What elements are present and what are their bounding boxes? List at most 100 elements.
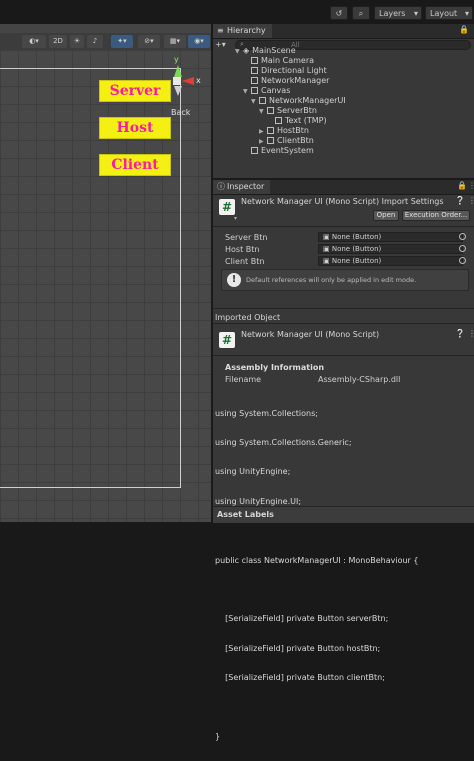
scene-toolbar: ◐▾ 2D ☀ ♪ ✦▾ ⊘▾ ▦▾ ◉▾ — [0, 33, 211, 51]
kebab-menu-icon[interactable]: ⋮ — [468, 329, 474, 338]
x-axis-cone[interactable] — [182, 77, 194, 85]
y-axis-cone[interactable] — [174, 65, 182, 77]
add-object-button[interactable]: +▾ — [215, 40, 231, 50]
field-value: None (Button) — [331, 233, 382, 241]
field-label: Client Btn — [225, 257, 265, 266]
kebab-menu-icon[interactable]: ⋮ — [468, 181, 474, 190]
help-icon[interactable]: ❔ — [455, 329, 465, 338]
object-picker-icon[interactable] — [459, 245, 466, 252]
client-button-preview[interactable]: Client — [99, 154, 171, 176]
scene-camera-icon[interactable]: ◉▾ — [188, 35, 210, 48]
inspector-title: Network Manager UI (Mono Script) Import … — [241, 197, 444, 206]
hierarchy-item[interactable]: NetworkManager — [251, 76, 329, 86]
hierarchy-item-label: ClientBtn — [277, 136, 314, 145]
hierarchy-item[interactable]: ▼ NetworkManagerUI — [251, 96, 346, 106]
gizmo-y-label: y — [174, 55, 179, 64]
hierarchy-item-label: Canvas — [261, 86, 291, 95]
execution-order-button[interactable]: Execution Order... — [402, 210, 470, 221]
client-btn-field[interactable]: ▣ None (Button) — [318, 256, 463, 266]
host-button-preview[interactable]: Host — [99, 117, 171, 139]
hierarchy-item[interactable]: ▼ Canvas — [243, 86, 290, 96]
unity-scene-icon: ◈ — [243, 46, 250, 55]
filename-value: Assembly-CSharp.dll — [318, 375, 401, 384]
orientation-gizmo[interactable]: y x Back — [168, 55, 208, 117]
hierarchy-panel: ≡ Hierarchy 🔒 +▾ ⌕ All ▼ ◈ MainScene Main … — [213, 24, 474, 178]
hierarchy-item-label: NetworkManager — [261, 76, 330, 85]
gizmo-x-label: x — [196, 76, 201, 85]
asset-labels-title: Asset Labels — [217, 510, 274, 519]
lock-icon[interactable]: 🔒 — [459, 25, 469, 34]
chevron-down-icon: ▾ — [413, 9, 418, 18]
info-message: Default references will only be applied … — [246, 276, 417, 284]
hierarchy-item-label: NetworkManagerUI — [269, 96, 346, 105]
fold-arrow-icon[interactable]: ▼ — [251, 97, 259, 107]
help-icon[interactable]: ❔ — [455, 196, 465, 205]
host-btn-field[interactable]: ▣ None (Button) — [318, 244, 463, 254]
fold-arrow-icon[interactable]: ▼ — [235, 47, 243, 57]
fold-arrow-icon[interactable]: ▼ — [243, 87, 251, 97]
code-line: } — [215, 731, 221, 741]
open-button[interactable]: Open — [373, 210, 399, 221]
tab-hierarchy[interactable]: ≡ Hierarchy — [213, 24, 272, 38]
search-icon[interactable]: ⌕ — [352, 6, 370, 20]
server-btn-field[interactable]: ▣ None (Button) — [318, 232, 463, 242]
code-line: [SerializeField] private Button hostBtn; — [215, 643, 381, 653]
cube-icon — [251, 87, 258, 94]
asset-labels-bar[interactable]: Asset Labels — [213, 506, 474, 523]
audio-icon[interactable]: ♪ — [87, 35, 103, 48]
layers-label: Layers — [379, 9, 406, 18]
cube-icon — [267, 137, 274, 144]
code-line: public class NetworkManagerUI : MonoBeha… — [215, 555, 419, 565]
gizmo-center[interactable] — [173, 77, 181, 85]
divider — [213, 323, 474, 324]
hierarchy-item[interactable]: Directional Light — [251, 66, 327, 76]
hierarchy-item[interactable]: ▶ ClientBtn — [259, 136, 314, 146]
object-picker-icon[interactable] — [459, 257, 466, 264]
hierarchy-item[interactable]: ▶ HostBtn — [259, 126, 309, 136]
lock-icon[interactable]: 🔒 — [457, 181, 467, 190]
hierarchy-item[interactable]: Main Camera — [251, 56, 314, 66]
tab-hierarchy-label: Hierarchy — [227, 26, 266, 35]
panel-splitter[interactable] — [211, 24, 213, 522]
tab-inspector-label: Inspector — [227, 182, 265, 191]
gizmos-icon[interactable]: ▦▾ — [164, 35, 186, 48]
visibility-icon[interactable]: ⊘▾ — [138, 35, 160, 48]
code-line: using System.Collections; — [215, 408, 318, 418]
hierarchy-item[interactable]: ▼ ◈ MainScene — [235, 46, 296, 56]
tab-inspector[interactable]: ⓘ Inspector — [213, 180, 271, 194]
history-icon[interactable]: ↺ — [330, 6, 348, 20]
object-picker-icon[interactable] — [459, 233, 466, 240]
kebab-menu-icon[interactable]: ⋮ — [468, 196, 474, 205]
info-icon: ! — [227, 273, 241, 287]
cube-icon — [259, 97, 266, 104]
code-line: using UnityEngine; — [215, 467, 291, 477]
fold-arrow-icon[interactable]: ▼ — [259, 107, 267, 117]
hierarchy-item[interactable]: Text (TMP) — [275, 116, 327, 126]
shading-mode-button[interactable]: ◐▾ — [22, 35, 46, 48]
hierarchy-item[interactable]: ▼ ServerBtn — [259, 106, 317, 116]
chevron-down-icon: ▾ — [464, 9, 469, 18]
server-button-preview[interactable]: Server — [99, 80, 171, 102]
divider — [213, 355, 474, 356]
panel-splitter[interactable] — [213, 178, 474, 180]
layout-label: Layout — [430, 9, 458, 18]
effects-icon[interactable]: ✦▾ — [111, 35, 133, 48]
code-line: using System.Collections.Generic; — [215, 437, 352, 447]
layout-dropdown[interactable]: Layout ▾ — [425, 6, 473, 20]
toggle-2d-button[interactable]: 2D — [49, 35, 67, 48]
chevron-down-icon[interactable]: ▾ — [234, 215, 237, 222]
cube-icon — [275, 117, 282, 124]
cube-icon — [251, 147, 258, 154]
lighting-icon[interactable]: ☀ — [70, 35, 84, 48]
layers-dropdown[interactable]: Layers ▾ — [374, 6, 422, 20]
script-hash-icon: # — [219, 332, 235, 348]
neg-y-cone[interactable] — [174, 86, 182, 96]
assembly-section-title: Assembly Information — [225, 363, 325, 372]
field-label: Server Btn — [225, 233, 268, 242]
hierarchy-item-label: EventSystem — [261, 146, 314, 155]
cube-icon — [267, 127, 274, 134]
hierarchy-item[interactable]: EventSystem — [251, 146, 314, 156]
list-icon: ≡ — [217, 26, 224, 35]
